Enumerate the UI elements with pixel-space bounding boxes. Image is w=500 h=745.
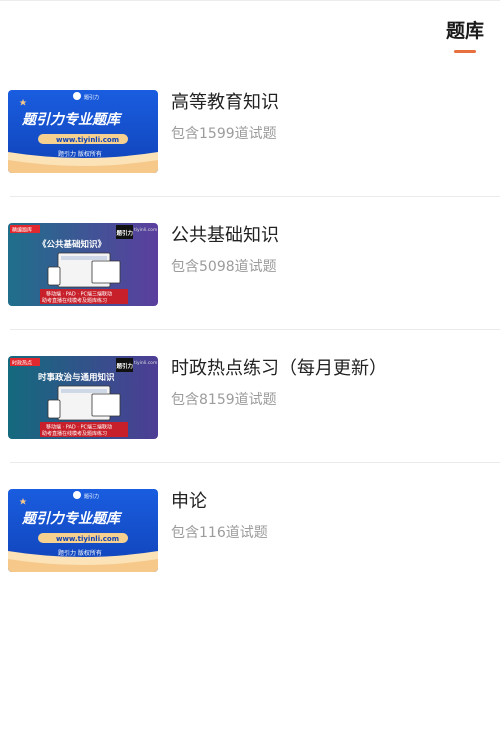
course-thumbnail: 题引力题引力专业题库 www.tiyinli.com 题引力 版权所有	[8, 90, 158, 173]
thumb-pc-mock	[91, 260, 121, 284]
item-title: 申论	[171, 491, 207, 512]
logo-icon	[73, 491, 81, 499]
thumb-tag-text: 时政热点	[12, 360, 32, 367]
tab-bar: 题库	[0, 0, 500, 60]
thumb-tag-text: 精编题库	[12, 227, 32, 234]
item-title: 高等教育知识	[171, 92, 279, 113]
thumb-info-line2: 助考直播在线模考及题库练习	[42, 297, 107, 304]
thumb-headline: 题引力专业题库	[21, 510, 123, 527]
list-item[interactable]: 精编题库 题引力 tiyinli.com 《公共基础知识》移动端 · PAD · PC…	[0, 197, 500, 330]
question-bank-list: 题引力 题引力专业题库 www.tiyinli.com 题引力 版权所有 高等教育知识包…	[0, 64, 500, 596]
item-question-count: 包含1599道试题	[171, 126, 277, 142]
list-item[interactable]: 题引力题引力专业题库 www.tiyinli.com 题引力 版权所有 申论包含116…	[0, 463, 500, 596]
item-question-count: 包含8159道试题	[171, 392, 277, 408]
thumb-headline: 时事政治与通用知识	[38, 372, 115, 383]
list-item[interactable]: 题引力题引力专业题库 www.tiyinli.com 题引力 版权所有 高等教育知识包…	[0, 64, 500, 197]
thumb-info-line2: 助考直播在线模考及题库练习	[42, 430, 107, 437]
course-thumbnail: 时政热点 题引力 tiyinli.com 时事政治与通用知识移动端 · PAD · P…	[8, 356, 158, 439]
course-thumbnail: 精编题库 题引力 tiyinli.com 《公共基础知识》移动端 · PAD · PC…	[8, 223, 158, 306]
thumb-pc-mock	[91, 393, 121, 417]
thumb-logo-text: 题引力	[84, 493, 99, 500]
list-item[interactable]: 时政热点 题引力 tiyinli.com 时事政治与通用知识移动端 · PAD · P…	[0, 330, 500, 463]
thumb-headline: 题引力专业题库	[21, 111, 123, 128]
thumbnail-graphic: 时政热点 题引力tiyinli.com 时事政治与通用知识移动端 · PAD · P…	[8, 356, 158, 439]
thumb-site-text: tiyinli.com	[134, 360, 157, 366]
thumb-logo-text: 题引力	[84, 94, 99, 101]
thumb-footer-text: 题引力 版权所有	[58, 549, 102, 557]
tab-question-bank[interactable]: 题库	[444, 18, 486, 56]
tab-label: 题库	[445, 20, 484, 42]
thumb-url-text: www.tiyinli.com	[56, 535, 119, 543]
thumb-headline: 《公共基础知识》	[38, 239, 106, 250]
active-tab-indicator	[454, 50, 476, 53]
thumb-footer-text: 题引力 版权所有	[58, 150, 102, 158]
logo-icon	[73, 92, 81, 100]
thumb-phone-mock	[47, 399, 61, 419]
thumb-brand-text: 题引力	[116, 229, 134, 237]
thumbnail-graphic: 题引力题引力专业题库 www.tiyinli.com 题引力 版权所有	[8, 90, 158, 173]
thumb-info-line1: 移动端 · PAD · PC端三端联动	[46, 424, 112, 431]
item-title: 公共基础知识	[171, 225, 279, 246]
item-question-count: 包含116道试题	[171, 525, 268, 541]
thumb-brand-text: 题引力	[116, 362, 134, 370]
course-thumbnail: 题引力题引力专业题库 www.tiyinli.com 题引力 版权所有	[8, 489, 158, 572]
thumb-screen-bar	[61, 389, 107, 393]
thumb-site-text: tiyinli.com	[134, 227, 157, 233]
item-title: 时政热点练习（每月更新）	[171, 358, 387, 379]
thumb-phone-mock	[47, 266, 61, 286]
thumb-url-text: www.tiyinli.com	[56, 136, 119, 144]
thumb-info-line1: 移动端 · PAD · PC端三端联动	[46, 291, 112, 298]
thumbnail-graphic: 精编题库 题引力tiyinli.com 《公共基础知识》移动端 · PAD · PC…	[8, 223, 158, 306]
item-question-count: 包含5098道试题	[171, 259, 277, 275]
thumb-screen-bar	[61, 256, 107, 260]
thumbnail-graphic: 题引力题引力专业题库 www.tiyinli.com 题引力 版权所有	[8, 489, 158, 572]
